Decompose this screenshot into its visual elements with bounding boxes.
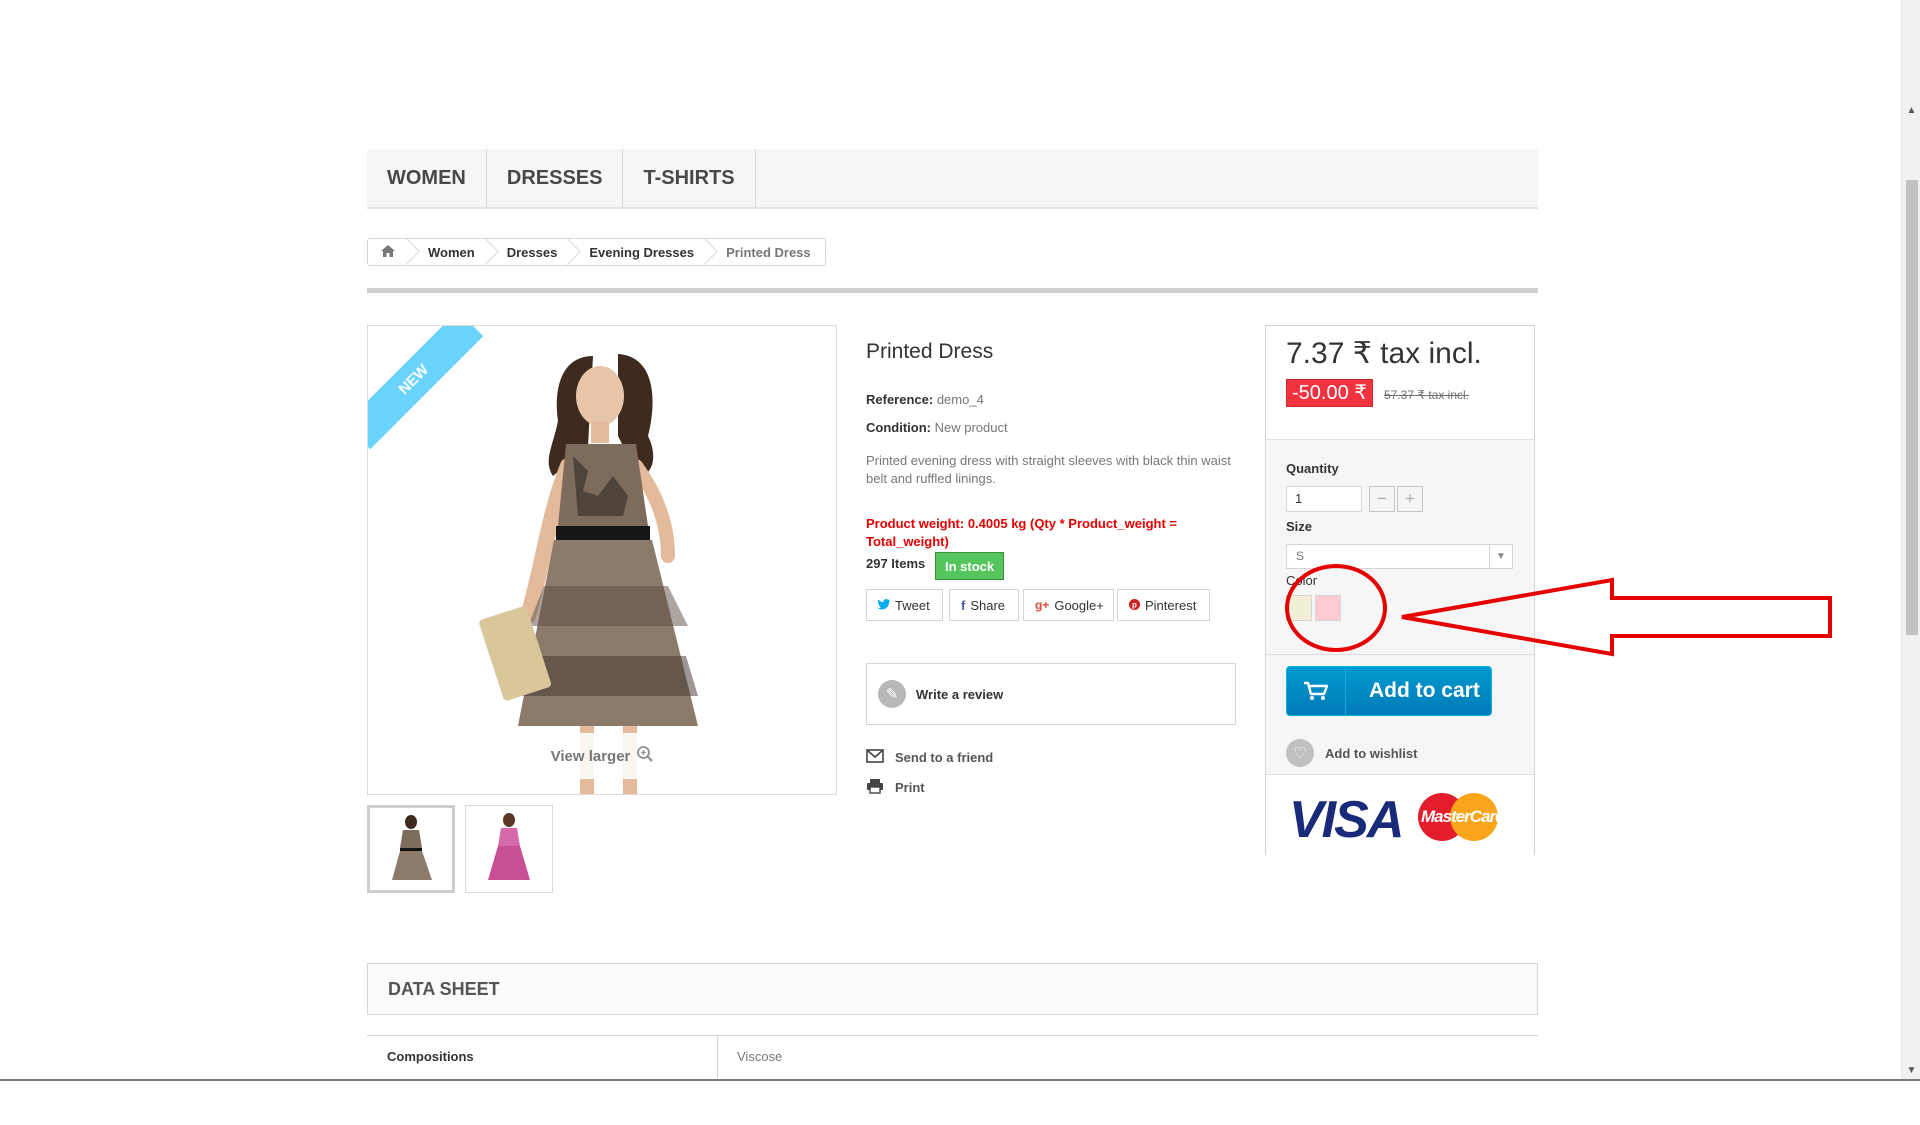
breadcrumb-evening-dresses[interactable]: Evening Dresses xyxy=(571,239,708,265)
pinterest-button[interactable]: p Pinterest xyxy=(1117,589,1210,621)
menu-item-women[interactable]: WOMEN xyxy=(367,149,487,207)
print-link[interactable]: Print xyxy=(866,778,925,797)
home-icon xyxy=(380,244,396,261)
color-label: Color xyxy=(1286,573,1318,588)
quantity-input[interactable]: 1 xyxy=(1286,486,1362,512)
plus-icon: + xyxy=(1405,489,1415,508)
scroll-up-icon[interactable]: ▲ xyxy=(1905,104,1918,116)
top-menu: WOMEN DRESSES T-SHIRTS xyxy=(367,149,1538,209)
envelope-icon xyxy=(866,749,884,766)
datasheet-name: Compositions xyxy=(387,1049,474,1064)
stock-status-badge: In stock xyxy=(935,552,1005,580)
breadcrumb: Women Dresses Evening Dresses Printed Dr… xyxy=(367,238,826,266)
facebook-icon: f xyxy=(961,597,966,613)
mastercard-logo: MasterCard xyxy=(1418,793,1506,841)
twitter-icon xyxy=(877,598,890,613)
reference-value: demo_4 xyxy=(936,392,984,407)
product-image[interactable]: NEW View larger xyxy=(367,325,837,795)
add-to-cart-label: Add to cart xyxy=(1369,679,1480,702)
minus-icon: − xyxy=(1377,489,1387,508)
write-review-label: Write a review xyxy=(916,686,1004,702)
pinterest-icon: p xyxy=(1129,598,1140,613)
thumbnail-2[interactable] xyxy=(465,805,553,893)
tweet-label: Tweet xyxy=(895,597,930,613)
scroll-thumb[interactable] xyxy=(1906,180,1918,635)
add-to-cart-button[interactable]: Add to cart xyxy=(1286,666,1492,716)
breadcrumb-dresses[interactable]: Dresses xyxy=(489,239,572,265)
condition-value: New product xyxy=(934,420,1008,435)
send-to-friend-label: Send to a friend xyxy=(895,750,994,765)
view-larger-label: View larger xyxy=(550,747,631,765)
window-bottom-edge xyxy=(0,1079,1920,1081)
send-to-friend-link[interactable]: Send to a friend xyxy=(866,749,993,766)
quantity-minus-button[interactable]: − xyxy=(1369,486,1395,512)
tweet-button[interactable]: Tweet xyxy=(866,589,943,621)
dress-photo xyxy=(368,326,836,794)
cart-icon xyxy=(1287,667,1346,715)
view-larger-button[interactable]: View larger xyxy=(535,733,670,779)
size-value: S xyxy=(1296,549,1305,563)
datasheet-column-separator xyxy=(717,1036,718,1078)
breadcrumb-women[interactable]: Women xyxy=(410,239,489,265)
section-divider xyxy=(367,288,1538,293)
color-swatch-pink[interactable] xyxy=(1315,595,1341,621)
breadcrumb-current: Printed Dress xyxy=(726,244,811,260)
heart-icon: ♡ xyxy=(1286,739,1314,767)
visa-logo: VISA xyxy=(1289,791,1404,849)
share-label: Share xyxy=(970,597,1006,613)
google-plus-icon: g+ xyxy=(1035,598,1050,612)
add-to-wishlist-link[interactable]: ♡ Add to wishlist xyxy=(1286,739,1417,767)
product-weight: Product weight: 0.4005 kg (Qty * Product… xyxy=(866,516,1177,549)
thumbnail-1[interactable] xyxy=(367,805,455,893)
size-label: Size xyxy=(1286,519,1313,534)
datasheet-value: Viscose xyxy=(737,1049,783,1064)
product-description: Printed evening dress with straight slee… xyxy=(866,453,1231,486)
thumbnail-dress-photo xyxy=(392,815,432,880)
google-label: Google+ xyxy=(1054,597,1104,613)
google-plus-button[interactable]: g+ Google+ xyxy=(1023,589,1114,621)
items-count: 297 Items xyxy=(866,556,926,571)
buy-box: 7.37 ₹ tax incl. -50.00 ₹ 57.37 ₹ tax in… xyxy=(1265,325,1535,855)
pencil-icon: ✎ xyxy=(878,680,906,708)
breadcrumb-home[interactable] xyxy=(368,239,410,265)
buy-separator xyxy=(1266,654,1534,655)
add-to-wishlist-label: Add to wishlist xyxy=(1325,745,1418,761)
write-review-button[interactable]: ✎ Write a review xyxy=(866,663,1236,725)
payment-logos: VISA MasterCard xyxy=(1266,774,1534,855)
facebook-share-button[interactable]: f Share xyxy=(949,589,1019,621)
reference-line: Reference: demo_4 xyxy=(866,392,984,407)
current-price: 7.37 ₹ tax incl. xyxy=(1286,337,1482,370)
printer-icon xyxy=(866,778,884,797)
reference-label: Reference: xyxy=(866,392,934,407)
condition-line: Condition: New product xyxy=(866,420,1008,435)
color-swatch-beige[interactable] xyxy=(1286,595,1312,621)
svg-text:p: p xyxy=(1132,600,1137,609)
zoom-icon xyxy=(636,745,654,767)
chevron-down-icon: ▼ xyxy=(1489,545,1512,568)
product-title: Printed Dress xyxy=(866,340,994,363)
datasheet-header: DATA SHEET xyxy=(367,963,1538,1015)
size-select[interactable]: S ▼ xyxy=(1286,544,1513,569)
pinterest-label: Pinterest xyxy=(1145,597,1197,613)
print-label: Print xyxy=(895,780,925,795)
mastercard-text: MasterCard xyxy=(1421,807,1506,826)
old-price: 57.37 ₹ tax incl. xyxy=(1384,388,1470,402)
reduction-badge: -50.00 ₹ xyxy=(1286,379,1373,407)
scroll-down-icon[interactable]: ▼ xyxy=(1905,1064,1918,1076)
datasheet-row: Compositions Viscose xyxy=(367,1035,1538,1078)
condition-label: Condition: xyxy=(866,420,931,435)
price-area: 7.37 ₹ tax incl. -50.00 ₹ 57.37 ₹ tax in… xyxy=(1266,326,1534,440)
quantity-plus-button[interactable]: + xyxy=(1397,486,1423,512)
thumbnail-pink-dress-photo xyxy=(488,813,530,880)
menu-item-dresses[interactable]: DRESSES xyxy=(487,149,624,207)
vertical-scrollbar[interactable]: ▲ ▼ xyxy=(1901,0,1920,1080)
menu-item-tshirts[interactable]: T-SHIRTS xyxy=(623,149,756,207)
quantity-label: Quantity xyxy=(1286,461,1339,476)
